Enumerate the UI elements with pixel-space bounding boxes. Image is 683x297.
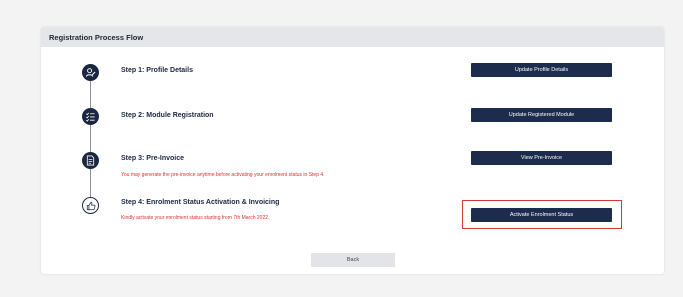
profile-edit-icon — [82, 64, 99, 81]
view-pre-invoice-button[interactable]: View Pre-Invoice — [471, 151, 612, 165]
checklist-icon — [82, 108, 99, 125]
step-1-title: Step 1: Profile Details — [121, 67, 193, 74]
panel-title: Registration Process Flow — [41, 27, 664, 47]
activate-button-highlight — [462, 200, 622, 229]
thumbs-up-icon — [82, 197, 99, 214]
update-registered-module-button[interactable]: Update Registered Module — [471, 108, 612, 122]
step-4-title: Step 4: Enrolment Status Activation & In… — [121, 199, 280, 206]
timeline-connector — [90, 75, 91, 209]
step-4-note: Kindly activate your enrolment status st… — [121, 215, 270, 221]
back-button[interactable]: Back — [311, 253, 395, 267]
step-3-title: Step 3: Pre-Invoice — [121, 155, 185, 162]
invoice-icon — [82, 152, 99, 169]
registration-process-panel: Registration Process Flow Step 1: Profil… — [41, 27, 664, 274]
step-2-title: Step 2: Module Registration — [121, 112, 214, 119]
step-3-note: You may generate the pre-invoice anytime… — [121, 172, 325, 178]
update-profile-details-button[interactable]: Update Profile Details — [471, 63, 612, 77]
